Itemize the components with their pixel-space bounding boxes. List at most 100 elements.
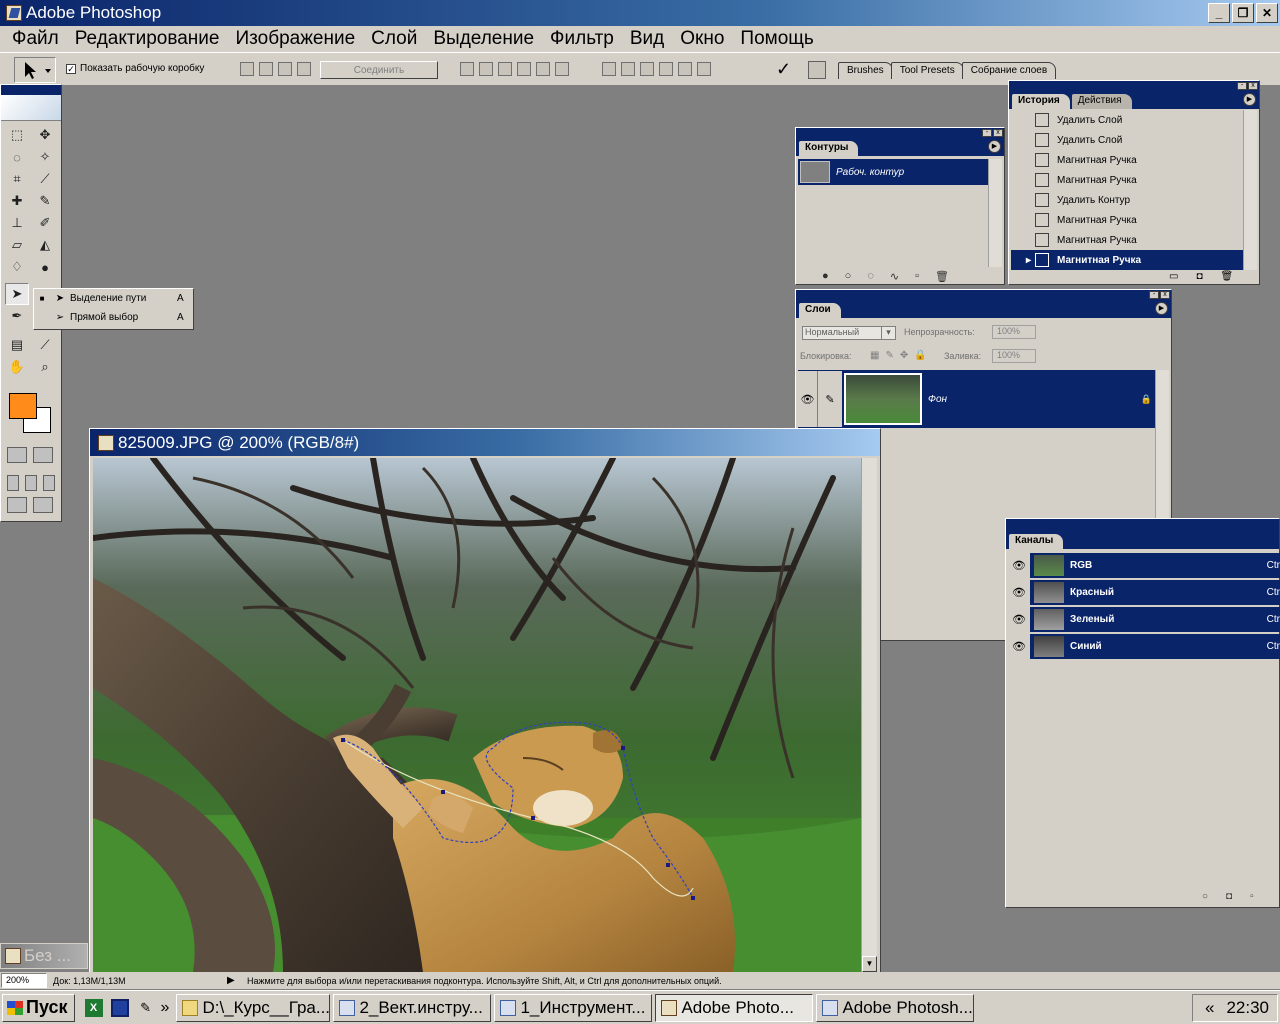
history-item[interactable]: Удалить Слой: [1011, 130, 1243, 150]
align-right-icon[interactable]: [555, 62, 569, 76]
tool-preset-picker[interactable]: [14, 57, 56, 83]
fill-field[interactable]: 100%: [992, 349, 1036, 363]
delete-path-icon[interactable]: 🗑: [935, 270, 949, 283]
fill-path-icon[interactable]: ●: [822, 270, 829, 283]
layers-scrollbar[interactable]: [1155, 370, 1169, 520]
brush-tool-icon[interactable]: ✎: [33, 190, 57, 212]
panel-close-icon[interactable]: x: [993, 129, 1003, 137]
layer-visibility-eye-icon[interactable]: 👁: [798, 371, 818, 427]
history-brush-tool-icon[interactable]: ✐: [33, 212, 57, 234]
close-button[interactable]: ✕: [1256, 3, 1278, 23]
menu-edit[interactable]: Редактирование: [67, 28, 228, 50]
exclude-area-icon[interactable]: [297, 62, 311, 76]
lasso-tool-icon[interactable]: ◌: [5, 146, 29, 168]
show-bbox-option[interactable]: ✓ Показать рабочую коробку: [66, 63, 204, 74]
clone-stamp-tool-icon[interactable]: ⊥: [5, 212, 29, 234]
panel-menu-icon[interactable]: ▶: [1155, 302, 1168, 315]
zoom-tool-icon[interactable]: ⌕: [33, 356, 57, 378]
lock-pixels-icon[interactable]: ✎: [885, 350, 893, 361]
opacity-field[interactable]: 100%: [992, 325, 1036, 339]
taskbar-button-photoshop-2[interactable]: Adobe Photosh...: [816, 993, 975, 1022]
tab-actions[interactable]: Действия: [1071, 94, 1132, 109]
crop-tool-icon[interactable]: ⌗: [5, 168, 29, 190]
document-title-bar[interactable]: 825009.JPG @ 200% (RGB/8#): [90, 429, 880, 456]
paint-bucket-tool-icon[interactable]: ◭: [33, 234, 57, 256]
panel-close-icon[interactable]: x: [1160, 291, 1170, 299]
toolbox-header[interactable]: [1, 85, 61, 95]
distribute-left-icon[interactable]: [659, 62, 673, 76]
dodge-tool-icon[interactable]: ●: [33, 256, 57, 278]
blend-mode-select[interactable]: Нормальный ▾: [802, 326, 896, 340]
minimize-button[interactable]: _: [1208, 3, 1230, 23]
panel-minimize-icon[interactable]: -: [1237, 82, 1247, 90]
align-hcenter-icon[interactable]: [536, 62, 550, 76]
lock-all-icon[interactable]: 🔒: [914, 350, 926, 361]
align-bottom-icon[interactable]: [498, 62, 512, 76]
tab-layers[interactable]: Слои: [799, 303, 841, 318]
menu-filter[interactable]: Фильтр: [542, 28, 622, 50]
panel-minimize-icon[interactable]: -: [1149, 291, 1159, 299]
healing-brush-tool-icon[interactable]: ✚: [5, 190, 29, 212]
new-document-from-state-icon[interactable]: ▭: [1169, 271, 1178, 282]
layer-row-background[interactable]: 👁 ✎ Фон 🔒: [798, 370, 1156, 428]
restore-button[interactable]: ❐: [1232, 3, 1254, 23]
new-channel-icon[interactable]: ▫: [1250, 891, 1254, 902]
adobe-online-feather-icon[interactable]: [1, 95, 61, 121]
align-left-icon[interactable]: [517, 62, 531, 76]
taskbar-button-word-1[interactable]: 1_Инструмент...: [494, 993, 653, 1022]
show-bbox-checkbox[interactable]: ✓: [66, 63, 76, 74]
zoom-field[interactable]: 200%: [1, 973, 47, 988]
well-tab-tool-presets[interactable]: Tool Presets: [890, 62, 964, 79]
well-tab-layer-comps[interactable]: Собрание слоев: [961, 62, 1057, 79]
align-vcenter-icon[interactable]: [479, 62, 493, 76]
path-selection-tool-icon[interactable]: ➤: [5, 283, 29, 305]
intersect-area-icon[interactable]: [278, 62, 292, 76]
pen-tool-icon[interactable]: ✒: [5, 305, 29, 327]
history-scrollbar[interactable]: [1243, 110, 1257, 270]
menu-select[interactable]: Выделение: [425, 28, 542, 50]
history-item[interactable]: Удалить Слой: [1011, 110, 1243, 130]
history-item[interactable]: Магнитная Ручка: [1011, 170, 1243, 190]
align-top-icon[interactable]: [460, 62, 474, 76]
menu-window[interactable]: Окно: [672, 28, 732, 50]
hand-tool-icon[interactable]: ✋: [5, 356, 29, 378]
paths-scrollbar[interactable]: [988, 159, 1002, 267]
subtract-area-icon[interactable]: [259, 62, 273, 76]
foreground-color-swatch[interactable]: [9, 393, 37, 419]
menu-help[interactable]: Помощь: [732, 28, 821, 50]
scroll-down-arrow-icon[interactable]: ▼: [862, 956, 877, 972]
eyedropper-tool-icon[interactable]: ⟋: [33, 334, 57, 356]
blur-tool-icon[interactable]: ♢: [5, 256, 29, 278]
taskbar-button-explorer[interactable]: D:\_Курс__Гра...: [176, 993, 331, 1022]
distribute-hcenter-icon[interactable]: [678, 62, 692, 76]
panel-close-icon[interactable]: x: [1248, 82, 1258, 90]
history-item[interactable]: Удалить Контур: [1011, 190, 1243, 210]
tab-paths[interactable]: Контуры: [799, 141, 859, 156]
distribute-bottom-icon[interactable]: [640, 62, 654, 76]
imageready-check-icon[interactable]: [33, 497, 53, 513]
jump-to-imageready-icon[interactable]: [7, 497, 27, 513]
stroke-path-icon[interactable]: ○: [845, 270, 852, 283]
well-tab-brushes[interactable]: Brushes: [838, 62, 893, 79]
marquee-tool-icon[interactable]: ⬚: [5, 124, 29, 146]
menu-view[interactable]: Вид: [622, 28, 672, 50]
commit-checkmark-icon[interactable]: ✓: [776, 59, 791, 80]
taskbar-button-word-2[interactable]: 2_Вект.инстру...: [333, 993, 492, 1022]
channel-row-blue[interactable]: 👁 Синий Ctr: [1008, 633, 1280, 660]
new-snapshot-icon[interactable]: ◘: [1196, 271, 1202, 282]
screen-mode-full-icon[interactable]: [43, 475, 55, 491]
flyout-item-direct-selection[interactable]: ➢ Прямой выбор A: [34, 308, 193, 327]
channel-eye-icon[interactable]: 👁: [1008, 553, 1030, 578]
panel-menu-icon[interactable]: ▶: [988, 140, 1001, 153]
clock[interactable]: 22:30: [1226, 998, 1269, 1018]
notes-tool-icon[interactable]: ▤: [5, 334, 29, 356]
screen-mode-standard-icon[interactable]: [7, 475, 19, 491]
tab-channels[interactable]: Каналы: [1009, 534, 1064, 549]
panel-minimize-icon[interactable]: -: [982, 129, 992, 137]
screen-mode-menu-icon[interactable]: [25, 475, 37, 491]
menu-file[interactable]: Файл: [4, 28, 67, 50]
tool-quicklaunch-icon[interactable]: ✎: [135, 997, 157, 1019]
lock-transparency-icon[interactable]: ▦: [870, 350, 879, 361]
quick-mask-mode-icon[interactable]: [33, 447, 53, 463]
excel-quicklaunch-icon[interactable]: X: [83, 997, 105, 1019]
